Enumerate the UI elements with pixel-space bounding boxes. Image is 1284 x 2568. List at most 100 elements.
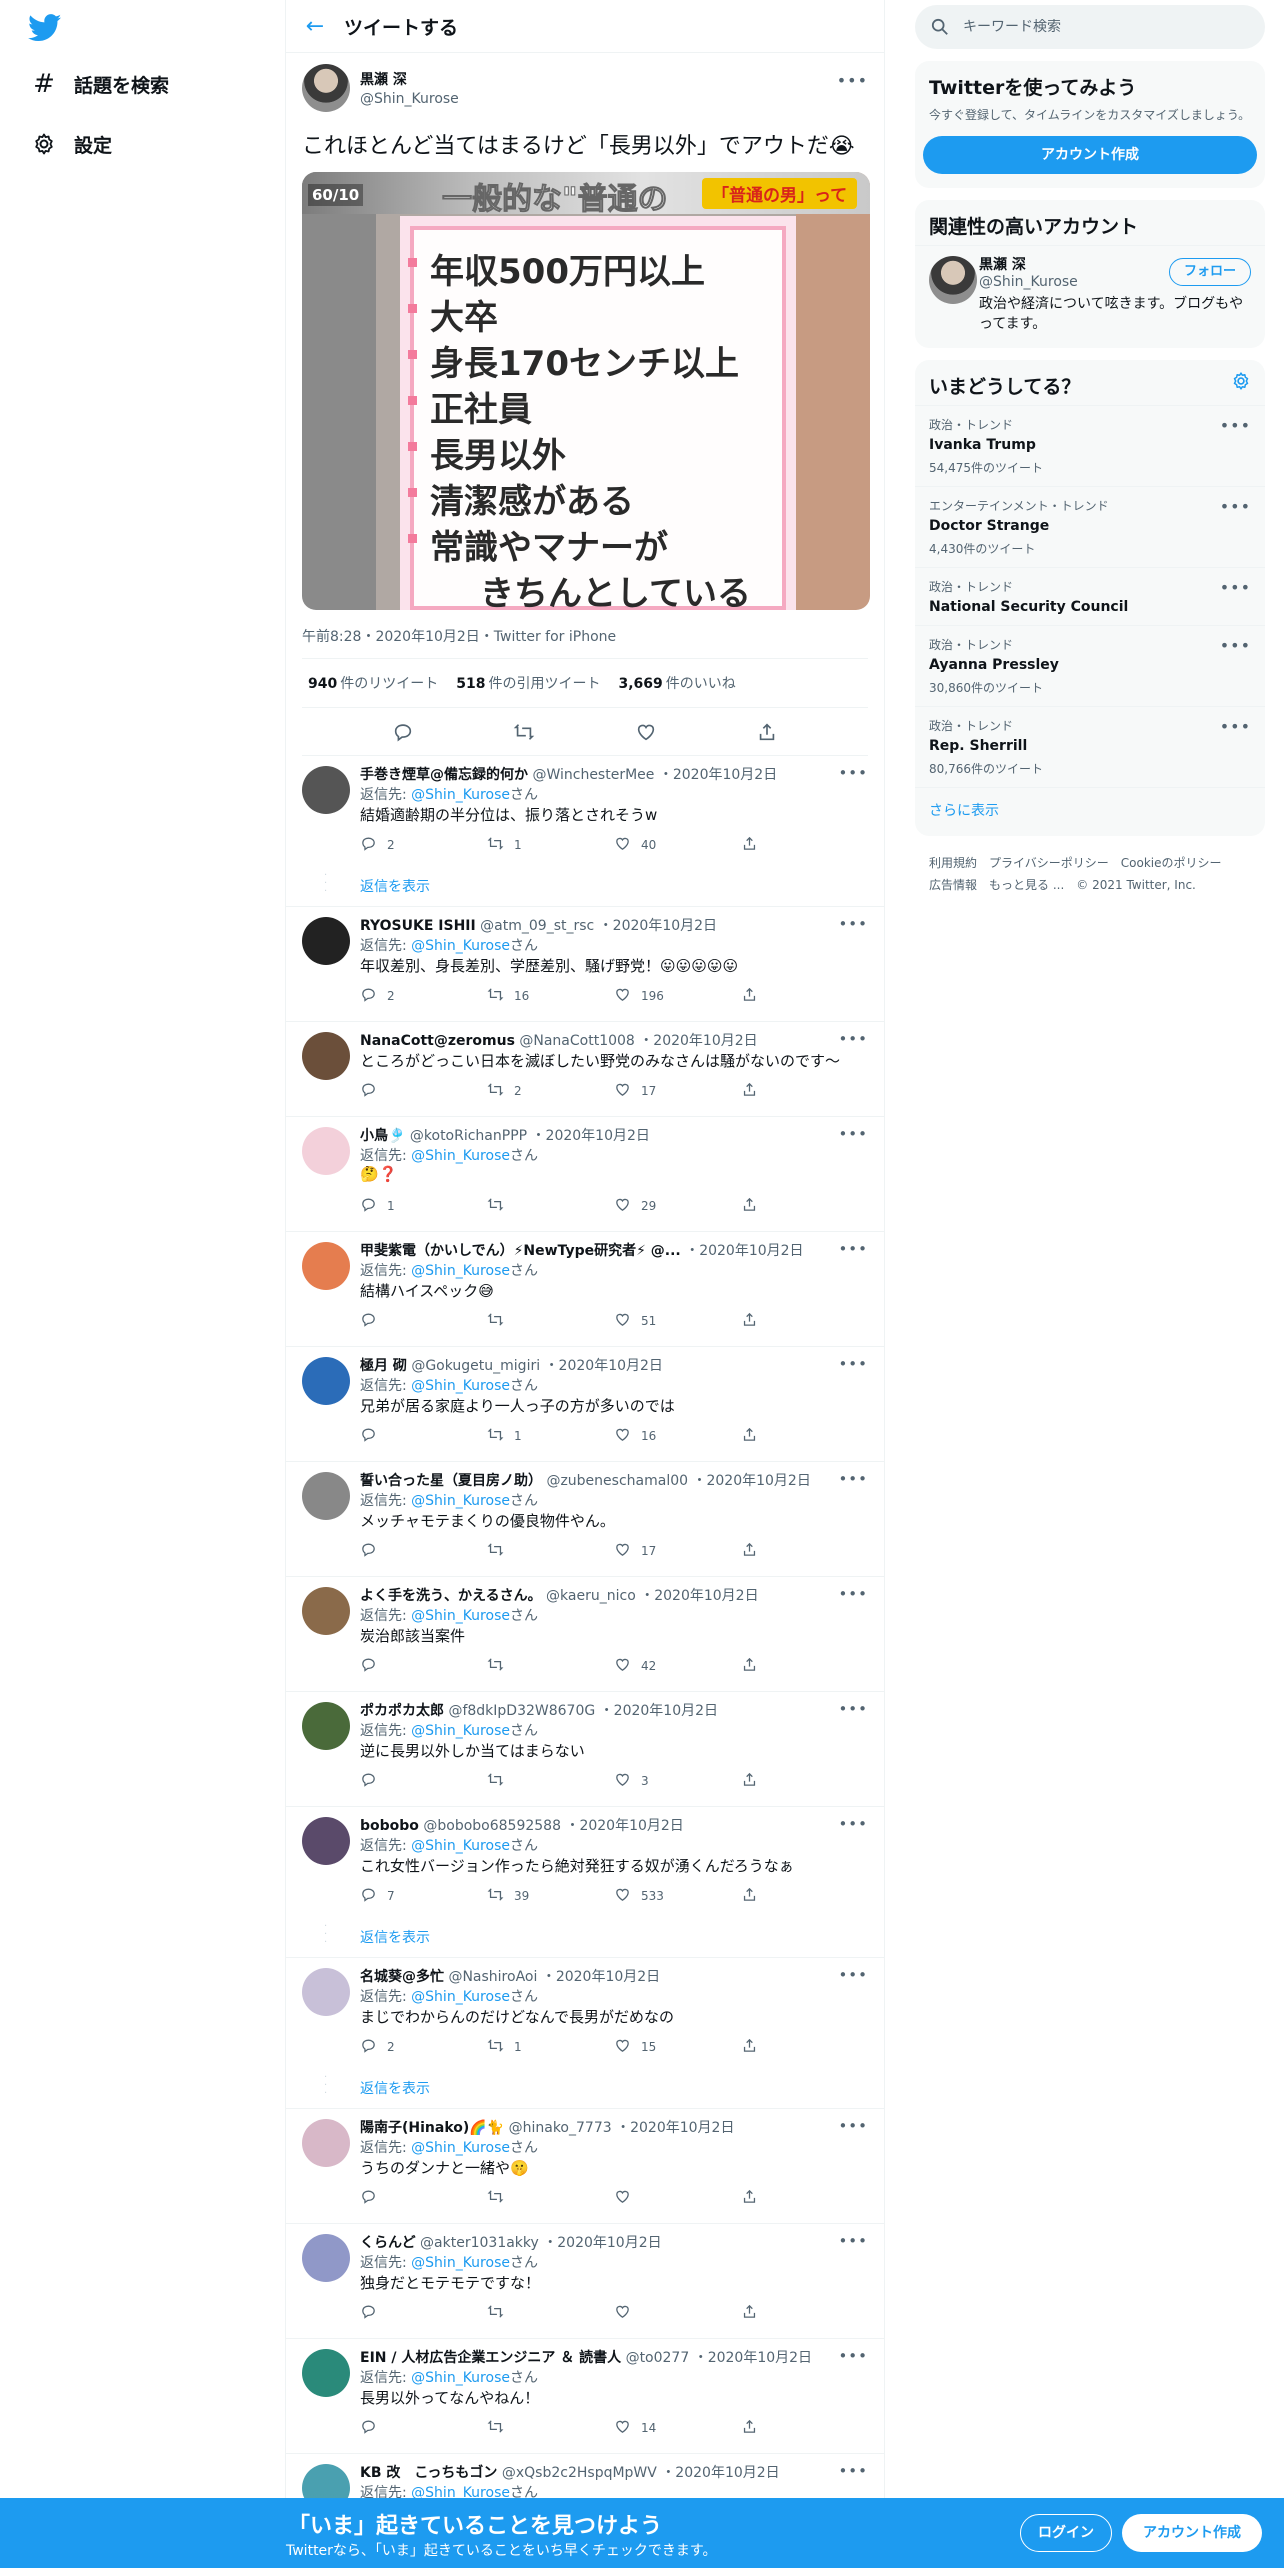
retweet-button[interactable] bbox=[487, 1771, 614, 1791]
more-options-icon[interactable]: ••• bbox=[838, 2462, 868, 2480]
retweet-button[interactable]: 1 bbox=[487, 2037, 614, 2057]
avatar[interactable] bbox=[302, 2234, 350, 2282]
like-button[interactable]: 533 bbox=[614, 1886, 741, 1906]
show-replies-link[interactable]: · · · 返信を表示 bbox=[324, 2068, 868, 2108]
reply-author-name[interactable]: くらんど bbox=[360, 2235, 416, 2251]
nav-settings[interactable]: 設定 bbox=[30, 126, 112, 162]
more-options-icon[interactable]: ••• bbox=[837, 71, 868, 90]
avatar[interactable] bbox=[302, 766, 350, 814]
mention-link[interactable]: @Shin_Kurose bbox=[411, 1263, 510, 1279]
retweet-button[interactable]: 1 bbox=[487, 1426, 614, 1446]
more-options-icon[interactable]: ••• bbox=[1220, 636, 1251, 655]
avatar[interactable] bbox=[302, 1357, 350, 1405]
more-options-icon[interactable]: ••• bbox=[838, 1585, 868, 1603]
reply-date[interactable]: ・2020年10月2日 bbox=[694, 2350, 812, 2366]
mention-link[interactable]: @Shin_Kurose bbox=[411, 1493, 510, 1509]
trend-item[interactable]: 政治・トレンド Ivanka Trump 54,475件のツイート ••• bbox=[915, 405, 1265, 486]
footer-link[interactable]: 広告情報 bbox=[929, 878, 977, 892]
like-button[interactable] bbox=[614, 2188, 741, 2208]
mention-link[interactable]: @Shin_Kurose bbox=[411, 1838, 510, 1854]
footer-link[interactable]: もっと見る ... bbox=[989, 878, 1064, 892]
reply-icon[interactable] bbox=[392, 721, 414, 743]
like-button[interactable]: 40 bbox=[614, 835, 741, 855]
reply-date[interactable]: ・2020年10月2日 bbox=[659, 767, 777, 783]
share-button[interactable] bbox=[741, 2188, 868, 2208]
author-handle[interactable]: @Shin_Kurose bbox=[360, 91, 459, 107]
more-options-icon[interactable]: ••• bbox=[838, 2232, 868, 2250]
reply-author-handle[interactable]: @bobobo68592588 bbox=[423, 1818, 561, 1834]
share-button[interactable] bbox=[741, 1196, 868, 1216]
reply-button[interactable]: 2 bbox=[360, 835, 487, 855]
reply-date[interactable]: ・2020年10月2日 bbox=[532, 1128, 650, 1144]
mention-link[interactable]: @Shin_Kurose bbox=[411, 1148, 510, 1164]
trend-item[interactable]: エンターテインメント・トレンド Doctor Strange 4,430件のツイ… bbox=[915, 486, 1265, 567]
show-replies-link[interactable]: · · · 返信を表示 bbox=[324, 866, 868, 906]
arrow-left-icon[interactable]: ← bbox=[286, 14, 344, 39]
reply-author-name[interactable]: 陽南子(Hinako)🌈🐈 bbox=[360, 2120, 504, 2136]
reply-author-handle[interactable]: @xQsb2c2HspqMpWV bbox=[502, 2465, 657, 2481]
retweet-button[interactable]: 39 bbox=[487, 1886, 614, 1906]
reply-tweet[interactable]: 手巻き煙草@備忘録的何か @WinchesterMee ・2020年10月2日 … bbox=[286, 756, 884, 907]
reply-tweet[interactable]: よく手を洗う、かえるさん。 @kaeru_nico ・2020年10月2日 返信… bbox=[286, 1577, 884, 1692]
mention-link[interactable]: @Shin_Kurose bbox=[411, 1378, 510, 1394]
avatar[interactable] bbox=[302, 1472, 350, 1520]
reply-date[interactable]: ・2020年10月2日 bbox=[543, 2235, 661, 2251]
like-button[interactable] bbox=[614, 2303, 741, 2323]
retweet-button[interactable] bbox=[487, 1196, 614, 1216]
like-button[interactable]: 3 bbox=[614, 1771, 741, 1791]
show-more-link[interactable]: さらに表示 bbox=[915, 787, 1265, 836]
share-button[interactable] bbox=[741, 1541, 868, 1561]
reply-button[interactable] bbox=[360, 1771, 487, 1791]
retweet-button[interactable] bbox=[487, 1656, 614, 1676]
quote-count[interactable]: 518 件の引用ツイート bbox=[456, 673, 600, 693]
gear-icon[interactable] bbox=[1231, 371, 1251, 395]
share-icon[interactable] bbox=[756, 721, 778, 743]
reply-author-name[interactable]: 誓い合った星（夏目房ノ助） bbox=[360, 1473, 542, 1489]
nav-explore[interactable]: # 話題を検索 bbox=[30, 66, 169, 102]
avatar[interactable] bbox=[302, 1968, 350, 2016]
retweet-button[interactable] bbox=[487, 2303, 614, 2323]
reply-author-name[interactable]: 極月 砌 bbox=[360, 1358, 407, 1374]
more-options-icon[interactable]: ••• bbox=[838, 2347, 868, 2365]
like-button[interactable]: 16 bbox=[614, 1426, 741, 1446]
more-options-icon[interactable]: ••• bbox=[838, 1355, 868, 1373]
like-button[interactable]: 17 bbox=[614, 1081, 741, 1101]
reply-tweet[interactable]: 小鳥🎐 @kotoRichanPPP ・2020年10月2日 返信先: @Shi… bbox=[286, 1117, 884, 1232]
reply-tweet[interactable]: 誓い合った星（夏目房ノ助） @zubeneschamal00 ・2020年10月… bbox=[286, 1462, 884, 1577]
search-input[interactable] bbox=[963, 19, 1223, 35]
avatar[interactable] bbox=[929, 256, 977, 304]
more-options-icon[interactable]: ••• bbox=[838, 2117, 868, 2135]
more-options-icon[interactable]: ••• bbox=[838, 1966, 868, 1984]
signup-button[interactable]: アカウント作成 bbox=[923, 136, 1257, 174]
reply-tweet[interactable]: 甲斐紫電（かいしでん）⚡NewType研究者⚡ @... ・2020年10月2日… bbox=[286, 1232, 884, 1347]
share-button[interactable] bbox=[741, 2037, 868, 2057]
reply-date[interactable]: ・2020年10月2日 bbox=[545, 1358, 663, 1374]
reply-author-name[interactable]: よく手を洗う、かえるさん。 bbox=[360, 1588, 542, 1604]
reply-tweet[interactable]: RYOSUKE ISHII @atm_09_st_rsc ・2020年10月2日… bbox=[286, 907, 884, 1022]
avatar[interactable] bbox=[302, 1032, 350, 1080]
reply-author-handle[interactable]: @Gokugetu_migiri bbox=[411, 1358, 540, 1374]
mention-link[interactable]: @Shin_Kurose bbox=[411, 1723, 510, 1739]
mention-link[interactable]: @Shin_Kurose bbox=[411, 2370, 510, 2386]
reply-author-name[interactable]: 手巻き煙草@備忘録的何か bbox=[360, 767, 528, 783]
reply-button[interactable] bbox=[360, 2188, 487, 2208]
more-options-icon[interactable]: ••• bbox=[838, 915, 868, 933]
reply-date[interactable]: ・2020年10月2日 bbox=[692, 1473, 810, 1489]
reply-author-handle[interactable]: @zubeneschamal00 bbox=[546, 1473, 688, 1489]
reply-date[interactable]: ・2020年10月2日 bbox=[640, 1588, 758, 1604]
login-button[interactable]: ログイン bbox=[1020, 2514, 1112, 2552]
reply-author-handle[interactable]: @NanaCott1008 bbox=[519, 1033, 634, 1049]
tweet-image[interactable]: 一般的な"普通の 「普通の男」って 60/10 年収500万円以上 大卒 身長1… bbox=[302, 172, 870, 610]
retweet-button[interactable] bbox=[487, 2188, 614, 2208]
reply-author-name[interactable]: ポカポカ太郎 bbox=[360, 1703, 444, 1719]
reply-author-name[interactable]: RYOSUKE ISHII bbox=[360, 918, 476, 934]
reply-button[interactable]: 2 bbox=[360, 2037, 487, 2057]
reply-author-handle[interactable]: @NashiroAoi bbox=[448, 1969, 537, 1985]
retweet-button[interactable]: 1 bbox=[487, 835, 614, 855]
share-button[interactable] bbox=[741, 1886, 868, 1906]
reply-author-name[interactable]: 小鳥🎐 bbox=[360, 1128, 405, 1144]
reply-date[interactable]: ・2020年10月2日 bbox=[599, 918, 717, 934]
search-box[interactable] bbox=[915, 5, 1265, 49]
like-button[interactable]: 29 bbox=[614, 1196, 741, 1216]
like-button[interactable]: 17 bbox=[614, 1541, 741, 1561]
